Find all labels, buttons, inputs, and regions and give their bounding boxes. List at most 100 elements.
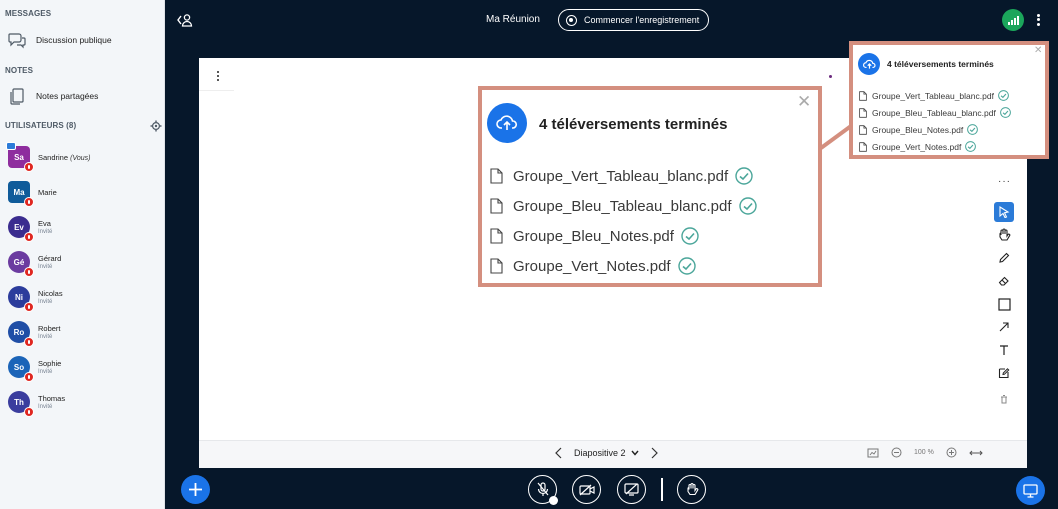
presentation-toggle-button[interactable] (1016, 476, 1045, 505)
options-menu-icon[interactable] (1034, 12, 1042, 28)
user-list-item[interactable]: Ro Robert Invité (8, 318, 61, 347)
pan-tool[interactable] (994, 225, 1014, 245)
file-name: Groupe_Vert_Notes.pdf (513, 257, 671, 275)
zoom-out-icon[interactable] (891, 447, 902, 458)
check-circle-icon (738, 197, 757, 215)
fit-slide-icon[interactable] (867, 448, 879, 458)
sticky-note-icon (998, 368, 1010, 379)
user-role: Invité (38, 299, 53, 305)
uploaded-file-row: Groupe_Vert_Tableau_blanc.pdf (859, 90, 1009, 101)
signal-bar (1016, 16, 1019, 25)
select-tool[interactable] (994, 202, 1014, 222)
text-tool[interactable] (994, 340, 1014, 360)
user-role: Invité (38, 229, 53, 235)
fit-width-icon[interactable] (969, 449, 983, 457)
public-chat-item[interactable]: Discussion publique (8, 29, 112, 51)
avatar: Sa (6, 142, 34, 172)
user-name-text: Sandrine (38, 152, 69, 162)
trash-icon (1001, 395, 1007, 404)
user-role: Invité (38, 334, 53, 340)
share-webcam-button[interactable] (572, 475, 601, 504)
presentation-icon (1023, 483, 1038, 498)
uploaded-file-row: Groupe_Bleu_Tableau_blanc.pdf (490, 197, 757, 215)
user-role: Invité (38, 264, 53, 270)
avatar-initials: Ma (13, 187, 25, 197)
camera-off-icon (578, 484, 595, 495)
hand-icon (686, 482, 698, 496)
avatar-initials: Ro (13, 327, 25, 337)
eraser-icon (998, 276, 1009, 286)
signal-bar (1013, 18, 1016, 25)
user-name: Thomas (38, 394, 66, 403)
muted-mic-icon (24, 232, 34, 242)
toggle-userlist-icon[interactable] (176, 12, 194, 28)
delete-tool[interactable] (994, 389, 1014, 409)
eraser-tool[interactable] (994, 271, 1014, 291)
audio-settings-badge[interactable] (549, 496, 558, 505)
screen-share-off-icon (624, 483, 639, 496)
cursor-dot (829, 75, 832, 78)
user-list-item[interactable]: Ma Marie (8, 178, 57, 207)
user-list-item[interactable]: Ni Nicolas Invité (8, 283, 63, 312)
share-screen-button[interactable] (617, 475, 646, 504)
avatar-initials: Sa (14, 152, 24, 162)
file-icon (859, 124, 867, 135)
uploaded-file-row: Groupe_Vert_Notes.pdf (859, 141, 977, 152)
file-icon (859, 141, 867, 152)
note-tool[interactable] (994, 363, 1014, 383)
avatar-initials: Th (14, 397, 24, 407)
file-name: Groupe_Vert_Notes.pdf (872, 141, 962, 152)
signal-bar (1010, 20, 1013, 25)
slide-selector[interactable]: Diapositive 2 (574, 448, 639, 458)
plus-icon (189, 483, 202, 496)
file-icon (859, 90, 867, 101)
user-list-item[interactable]: Th Thomas Invité (8, 388, 66, 417)
uploaded-file-row: Groupe_Bleu_Notes.pdf (490, 227, 699, 245)
muted-mic-icon (24, 197, 34, 207)
unmute-button[interactable] (528, 475, 558, 505)
user-list-item[interactable]: Sa Sandrine (Vous) (6, 142, 90, 172)
slide-label: Diapositive 2 (574, 448, 626, 458)
user-list-item[interactable]: Gé Gérard Invité (8, 248, 61, 277)
public-chat-label: Discussion publique (36, 35, 112, 45)
presenter-icon (6, 142, 16, 150)
gear-icon[interactable] (150, 120, 162, 132)
avatar: Ev (8, 216, 34, 242)
file-name: Groupe_Bleu_Tableau_blanc.pdf (872, 107, 996, 118)
pencil-tool[interactable] (994, 248, 1014, 268)
actions-button[interactable] (181, 475, 210, 504)
presentation-options-icon[interactable] (215, 69, 221, 83)
upload-notification-zoomed: ✕ 4 téléversements terminés Groupe_Vert_… (478, 86, 822, 287)
file-icon (490, 258, 503, 274)
presentation-controls: Diapositive 2 100 % (199, 440, 1027, 468)
user-name: Sandrine (Vous) (38, 153, 90, 162)
messages-section-title: MESSAGES (5, 9, 52, 18)
hand-icon (999, 228, 1011, 241)
notes-section-title: NOTES (5, 66, 34, 75)
user-list-item[interactable]: So Sophie Invité (8, 353, 61, 382)
check-circle-icon (735, 167, 753, 185)
avatar: Ni (8, 286, 34, 312)
avatar-initials: Ni (15, 292, 23, 302)
cloud-upload-icon (858, 53, 880, 75)
record-icon (566, 14, 577, 26)
file-name: Groupe_Bleu_Notes.pdf (872, 124, 964, 135)
previous-slide-icon[interactable] (554, 447, 564, 459)
avatar-initials: Ev (14, 222, 24, 232)
raise-hand-button[interactable] (677, 475, 706, 504)
user-list-item[interactable]: Ev Eva Invité (8, 213, 53, 242)
next-slide-icon[interactable] (649, 447, 659, 459)
close-icon[interactable]: ✕ (797, 93, 811, 110)
close-icon[interactable]: ✕ (1034, 46, 1042, 56)
whiteboard-toolbar (994, 202, 1016, 412)
user-name: Robert (38, 324, 61, 333)
start-recording-button[interactable]: Commencer l'enregistrement (558, 9, 709, 31)
connection-status-button[interactable] (1002, 9, 1024, 31)
pencil-icon (999, 252, 1010, 263)
shared-notes-item[interactable]: Notes partagées (8, 85, 98, 107)
zoom-in-icon[interactable] (946, 447, 957, 458)
rectangle-tool[interactable] (994, 294, 1014, 314)
arrow-tool[interactable] (994, 317, 1014, 337)
avatar-initials: Gé (13, 257, 25, 267)
tools-more-icon[interactable]: ··· (998, 176, 1011, 187)
